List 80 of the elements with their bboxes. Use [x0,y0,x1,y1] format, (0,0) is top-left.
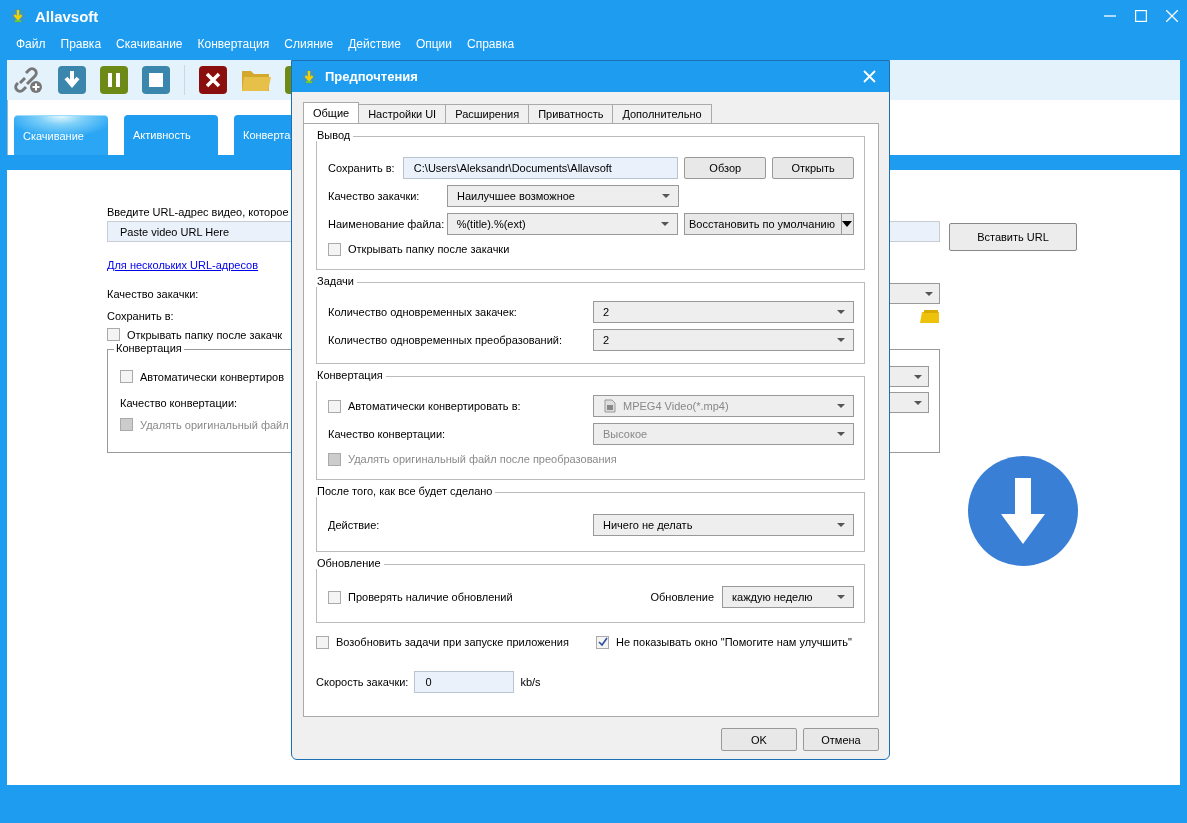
field-label: Качество конвертации: [328,428,447,440]
checkbox-label: Удалять оригинальный файл [140,418,289,431]
checkbox-label: Открывать папку после закачк [127,328,283,341]
paste-url-button[interactable]: Вставить URL [949,223,1077,251]
group-title: После того, как все будет сделано [316,485,496,497]
ok-button[interactable]: OK [721,728,797,751]
browse-button[interactable]: Обзор [684,157,767,179]
tab[interactable]: Общие [303,102,360,123]
field-label: Обновление [650,591,714,603]
download-icon[interactable] [968,456,1078,566]
caret-icon [925,291,933,296]
checkbox[interactable] [316,635,329,649]
caret-icon [837,338,845,342]
checkbox-label: Удалять оригинальный файл после преобразования [348,453,617,465]
checkbox[interactable] [328,399,341,413]
checkbox-label: Автоматически конвертировать в: [348,400,521,412]
group-title: Конвертация [114,342,184,354]
field-label: Действие: [328,519,381,531]
checkbox[interactable] [107,328,120,341]
cancel-button[interactable]: Отмена [803,728,879,751]
caret-icon [662,194,670,198]
save-path-field[interactable]: C:\Users\Aleksandr\Documents\Allavsoft [402,157,679,179]
field-label: Количество одновременных преобразований: [328,334,563,346]
caret-icon [837,432,845,436]
caret-icon [842,221,853,227]
field-label: Сохранить в: [107,310,174,322]
checkbox-label: Проверять наличие обновлений [348,591,513,603]
multiple-urls-link[interactable]: Для нескольких URL-адресов [107,259,259,271]
group-title: Конвертация [316,369,386,381]
caret-icon [837,595,845,599]
link-add-icon[interactable] [14,65,44,95]
caret-icon [914,400,922,405]
tab[interactable]: Расширения [445,104,530,123]
download-icon[interactable] [58,66,86,94]
checkbox-label: Не показывать окно "Помогите нам улучшить" [616,636,852,648]
checkbox[interactable] [596,635,609,649]
unit-label: kb/s [520,676,541,688]
field-label: Наименование файла: [328,218,446,230]
checkbox-label: Открывать папку после закачки [348,243,510,255]
dropdown[interactable]: 2 [593,329,854,351]
checkbox[interactable] [120,370,133,383]
dropdown[interactable]: Ничего не делать [593,514,854,536]
dropdown[interactable]: Наилучшее возможное [447,185,679,207]
field-label: Качество закачки: [328,190,421,202]
speed-input-field[interactable]: 0 [414,671,515,693]
checkbox[interactable] [328,590,341,604]
close-icon[interactable] [863,70,876,83]
checkbox-label: Возобновить задачи при запуске приложения [336,636,569,648]
tab[interactable]: Дополнительно [612,104,712,123]
caret-icon [837,310,845,314]
checkbox[interactable] [328,242,341,256]
stop-icon[interactable] [142,66,170,94]
window-title: Allavsoft [35,7,99,25]
group-title: Обновление [316,557,384,569]
caret-icon [837,523,845,527]
url-prompt: Введите URL-адрес видео, которое [107,206,289,218]
tab[interactable]: Приватность [528,104,614,123]
caret-icon [661,222,669,226]
film-file-icon [603,399,617,413]
dropdown[interactable]: каждую неделю [722,586,854,608]
tab[interactable]: Настройки UI [358,104,447,123]
caret-icon [837,404,845,408]
field-label: Качество закачки: [107,287,199,300]
dropdown[interactable]: 2 [593,301,854,323]
delete-icon[interactable] [199,66,227,94]
caret-icon [914,374,922,379]
dialog-title: Предпочтения [325,69,418,84]
group-title: Задачи [316,275,357,287]
app-logo-icon [301,68,317,85]
checkbox-label: Автоматически конвертиров [140,370,285,383]
field-label: Количество одновременных закачек: [328,306,518,318]
dropdown[interactable]: %(title).%(ext) [446,213,678,235]
app-logo-icon [10,8,26,24]
field-label: Скорость закачки: [316,676,409,688]
folder-icon[interactable] [919,309,939,323]
group-title: Вывод [316,129,354,141]
field-label: Сохранить в: [328,162,396,174]
field-label: Качество конвертации: [120,396,238,409]
open-button[interactable]: Открыть [772,157,854,179]
pause-icon[interactable] [100,66,128,94]
